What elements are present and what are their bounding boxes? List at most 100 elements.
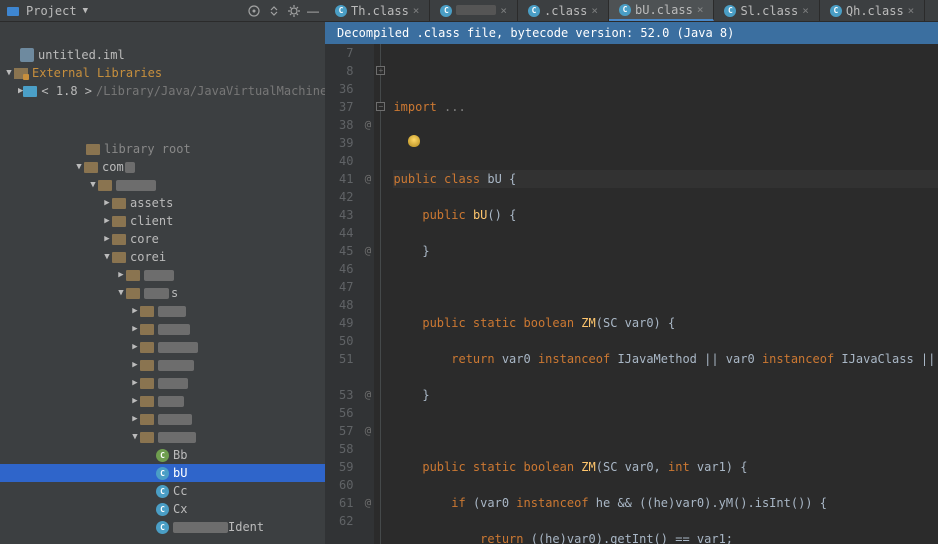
tab-label: .class (544, 4, 587, 18)
folder-icon (112, 252, 126, 263)
editor-tab[interactable]: bU.class× (609, 0, 714, 21)
close-tab-icon[interactable]: × (697, 3, 704, 16)
tree-label: Cc (173, 482, 187, 500)
tree-file[interactable]: untitled.iml (0, 46, 325, 64)
tree-class-item-selected[interactable]: bU (0, 464, 325, 482)
tree-folder[interactable]: ▼ (0, 176, 325, 194)
folder-icon (112, 198, 126, 209)
tree-label: assets (130, 194, 173, 212)
tree-folder[interactable]: ▶ (0, 356, 325, 374)
tree-folder[interactable]: ▶ (0, 338, 325, 356)
tree-folder[interactable]: ▶ (0, 410, 325, 428)
tab-label: Th.class (351, 4, 409, 18)
tree-folder[interactable]: ▼corei (0, 248, 325, 266)
tree-label: library root (104, 140, 191, 158)
tree-class-item[interactable]: Cx (0, 500, 325, 518)
file-icon (20, 48, 34, 62)
tree-label: com (102, 158, 124, 176)
tree-label: client (130, 212, 173, 230)
editor-tab[interactable]: × (430, 0, 518, 21)
folder-icon (140, 378, 154, 389)
tree-label: bU (173, 464, 187, 482)
gutter-marks: @@@@@@ (361, 44, 375, 544)
library-icon (14, 68, 28, 79)
tab-label (456, 4, 496, 18)
code-content[interactable]: import ... public class bU { public bU()… (387, 44, 938, 544)
folder-icon (140, 306, 154, 317)
gear-icon[interactable] (287, 4, 301, 18)
locate-icon[interactable] (247, 4, 261, 18)
project-label[interactable]: Project (26, 4, 77, 18)
chevron-down-icon[interactable]: ▼ (83, 6, 88, 16)
editor-tab[interactable]: Th.class × (325, 0, 430, 21)
folder-icon (23, 86, 37, 97)
tree-label: Cx (173, 500, 187, 518)
tree-label: untitled.iml (38, 46, 125, 64)
tree-label: s (171, 284, 178, 302)
intention-bulb-icon[interactable] (408, 135, 420, 147)
decompile-banner: Decompiled .class file, bytecode version… (325, 22, 938, 44)
tree-label: Ident (228, 518, 264, 536)
project-tree[interactable]: untitled.iml ▼ External Libraries ▶ < 1.… (0, 44, 325, 544)
folder-icon (140, 396, 154, 407)
folder-icon (126, 270, 140, 281)
tree-label-path: /Library/Java/JavaVirtualMachine (96, 82, 325, 100)
tree-folder[interactable]: ▶ (0, 302, 325, 320)
tree-ext-libs[interactable]: ▼ External Libraries (0, 64, 325, 82)
folder-icon (140, 342, 154, 353)
tab-label: Sl.class (740, 4, 798, 18)
class-icon (156, 467, 169, 480)
class-icon (830, 5, 842, 17)
class-icon (335, 5, 347, 17)
folder-icon (112, 216, 126, 227)
minimize-icon[interactable]: — (307, 4, 319, 18)
close-tab-icon[interactable]: × (413, 4, 420, 17)
class-icon (440, 5, 452, 17)
folder-icon (140, 324, 154, 335)
class-icon (619, 4, 631, 16)
folder-icon (112, 234, 126, 245)
tree-label: External Libraries (32, 64, 162, 82)
folder-icon (140, 414, 154, 425)
tree-library-root[interactable]: library root (0, 140, 325, 158)
editor-tab[interactable]: .class × (518, 0, 609, 21)
tree-label: core (130, 230, 159, 248)
fold-toggle-icon[interactable]: − (376, 102, 385, 111)
tree-folder[interactable]: ▼ (0, 428, 325, 446)
tree-folder[interactable]: ▼s (0, 284, 325, 302)
close-tab-icon[interactable]: × (802, 4, 809, 17)
tree-folder[interactable]: ▶core (0, 230, 325, 248)
class-icon (156, 485, 169, 498)
tab-label: Qh.class (846, 4, 904, 18)
editor-tabs: Th.class××.class×bU.class×Sl.class×Qh.cl… (325, 0, 938, 22)
class-icon (724, 5, 736, 17)
tree-label: < 1.8 > (41, 82, 92, 100)
tree-folder[interactable]: ▶ (0, 374, 325, 392)
collapse-icon[interactable] (267, 4, 281, 18)
close-tab-icon[interactable]: × (908, 4, 915, 17)
folder-icon (126, 288, 140, 299)
tree-jdk[interactable]: ▶ < 1.8 > /Library/Java/JavaVirtualMachi… (0, 82, 325, 100)
fold-gutter[interactable]: + − (375, 44, 387, 544)
editor-area[interactable]: 7836373839404142434445464748495051535657… (325, 44, 938, 544)
folder-icon (84, 162, 98, 173)
tree-folder[interactable]: ▶client (0, 212, 325, 230)
class-icon (156, 521, 169, 534)
editor-tab[interactable]: Qh.class × (820, 0, 925, 21)
tree-class-item[interactable]: Cc (0, 482, 325, 500)
tree-class-item[interactable]: Bb (0, 446, 325, 464)
class-icon (156, 449, 169, 462)
folder-icon (140, 432, 154, 443)
line-numbers: 7836373839404142434445464748495051535657… (325, 44, 361, 544)
tree-folder[interactable]: ▶ (0, 266, 325, 284)
tree-folder[interactable]: ▶assets (0, 194, 325, 212)
tree-folder[interactable]: ▼com (0, 158, 325, 176)
tree-folder[interactable]: ▶ (0, 320, 325, 338)
project-icon (6, 4, 20, 18)
editor-tab[interactable]: Sl.class × (714, 0, 819, 21)
tree-class-item[interactable]: Ident (0, 518, 325, 536)
fold-toggle-icon[interactable]: + (376, 66, 385, 75)
close-tab-icon[interactable]: × (500, 4, 507, 17)
close-tab-icon[interactable]: × (591, 4, 598, 17)
tree-folder[interactable]: ▶ (0, 392, 325, 410)
